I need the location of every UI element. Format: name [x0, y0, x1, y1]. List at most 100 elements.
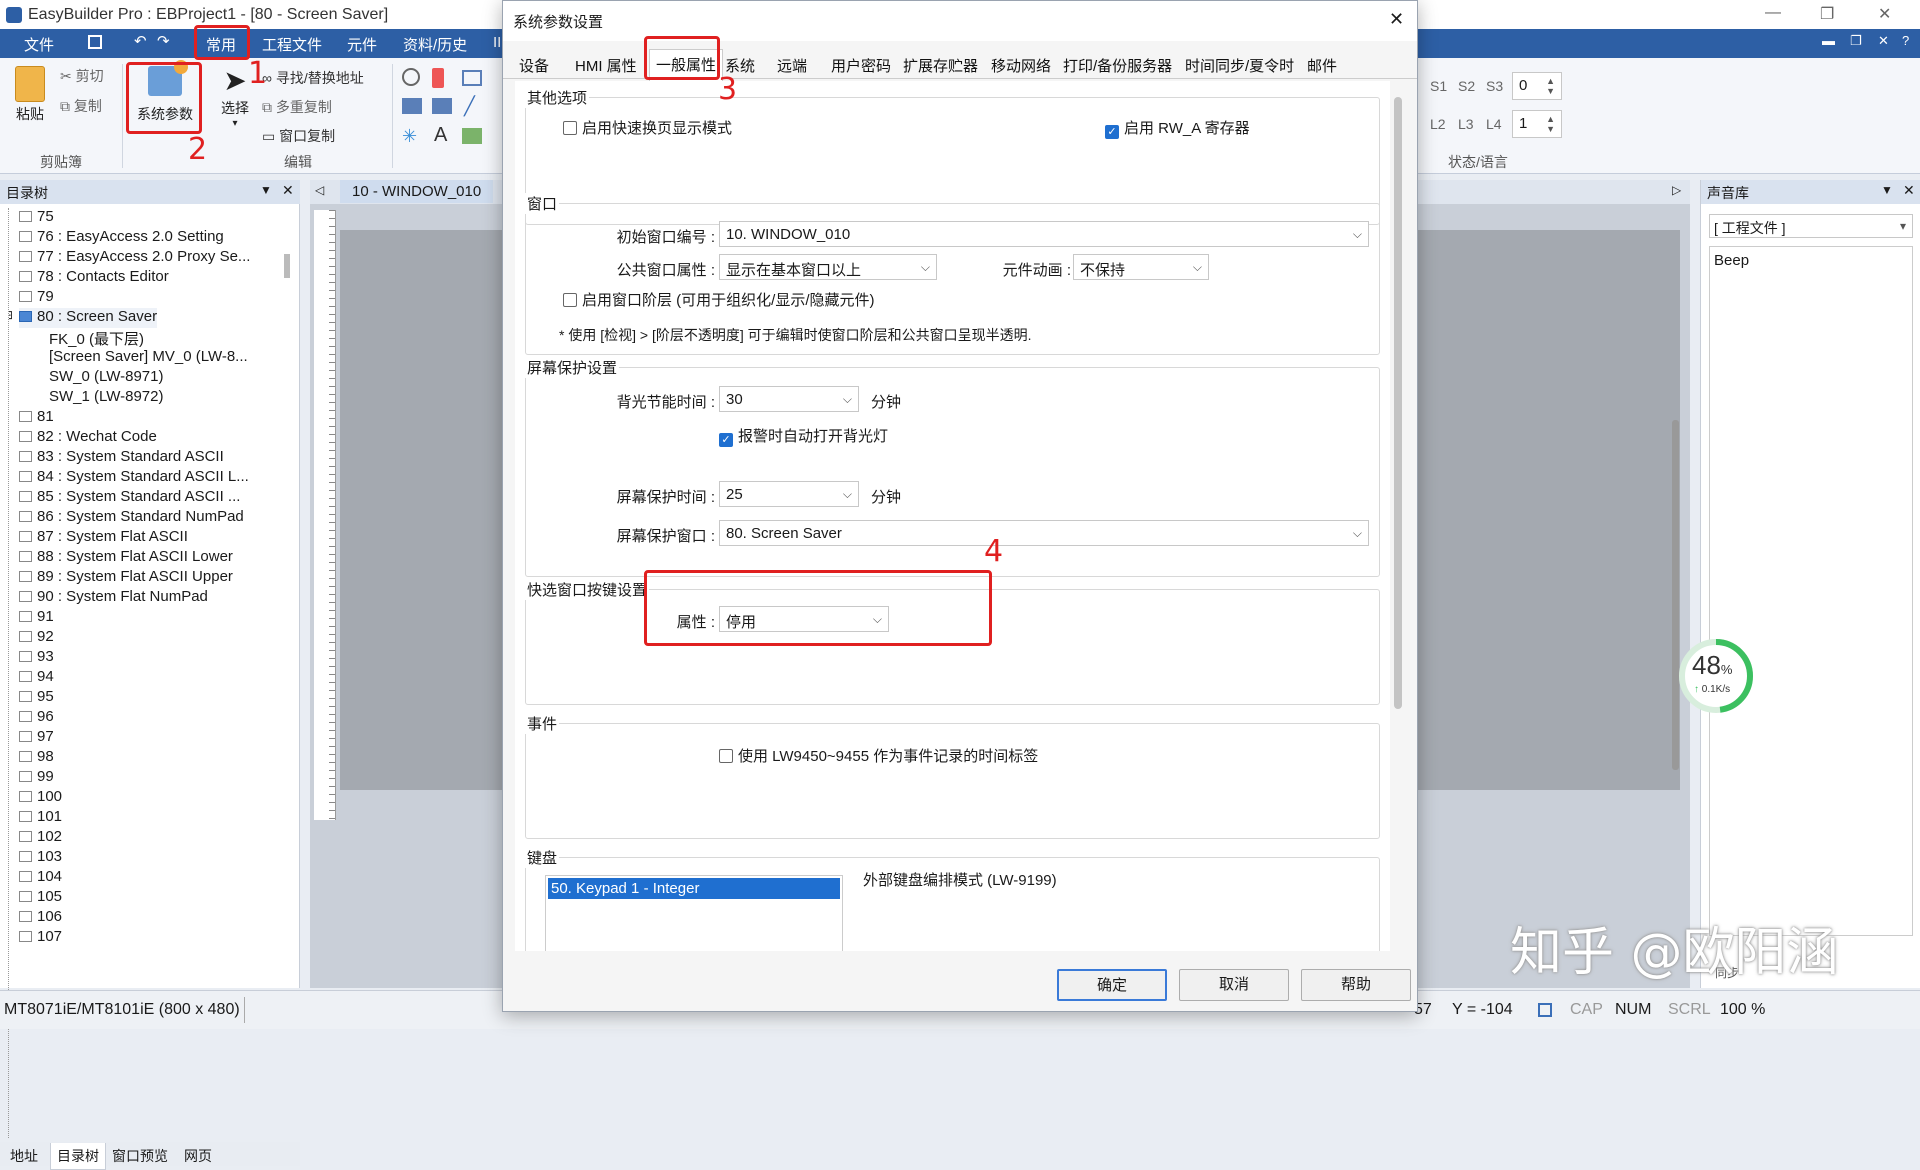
- canvas-scrollbar-thumb[interactable]: [1672, 420, 1679, 770]
- saver-window-select[interactable]: 80. Screen Saver ⌵: [719, 520, 1369, 546]
- mdi-minimize-icon[interactable]: ▬: [1822, 33, 1835, 48]
- tree-item[interactable]: 104: [19, 868, 62, 888]
- text-icon[interactable]: A: [434, 124, 447, 147]
- rw-a-checkbox[interactable]: ✓ 启用 RW_A 寄存器: [1105, 117, 1250, 139]
- tree-item[interactable]: 92: [19, 628, 54, 648]
- tree-item[interactable]: 86 : System Standard NumPad: [19, 508, 244, 528]
- tab-hmi-attributes[interactable]: HMI 属性: [575, 55, 637, 76]
- tree-item[interactable]: 94: [19, 668, 54, 688]
- tree-item[interactable]: 83 : System Standard ASCII: [19, 448, 224, 468]
- tree-item[interactable]: 88 : System Flat ASCII Lower: [19, 548, 233, 568]
- saver-time-select[interactable]: 25 ⌵: [719, 481, 859, 507]
- pane-dropdown-icon[interactable]: ▼: [1881, 183, 1893, 197]
- tree-item[interactable]: 75: [19, 208, 54, 228]
- redo-icon[interactable]: ↷: [157, 32, 170, 50]
- tab-print-backup-server[interactable]: 打印/备份服务器: [1063, 55, 1172, 76]
- multi-copy-button[interactable]: ⧉ 多重复制: [262, 97, 332, 117]
- tree-item[interactable]: 103: [19, 848, 62, 868]
- tab-tree[interactable]: 目录树: [50, 1143, 106, 1170]
- tree-item[interactable]: 102: [19, 828, 62, 848]
- init-window-select[interactable]: 10. WINDOW_010 ⌵: [719, 221, 1369, 247]
- tab-extended-memory[interactable]: 扩展存贮器: [903, 55, 978, 76]
- tree-item[interactable]: 80 : Screen Saver ⊟: [9, 308, 158, 328]
- close-icon[interactable]: ✕: [1878, 4, 1891, 24]
- tree-item[interactable]: 84 : System Standard ASCII L...: [19, 468, 249, 488]
- cancel-button[interactable]: 取消: [1179, 969, 1289, 1001]
- tree-item[interactable]: 79: [19, 288, 54, 308]
- tree-item[interactable]: 101: [19, 808, 62, 828]
- language-spinner[interactable]: 1 ▲ ▼: [1512, 110, 1562, 138]
- ribbon-tab-project[interactable]: 工程文件: [262, 34, 322, 55]
- tab-right-arrow-icon[interactable]: ▷: [1672, 183, 1681, 197]
- tree-item[interactable]: 93: [19, 648, 54, 668]
- tab-window-preview[interactable]: 窗口预览: [112, 1146, 168, 1166]
- tab-left-arrow-icon[interactable]: ◁: [315, 183, 324, 197]
- tree-item[interactable]: 96: [19, 708, 54, 728]
- window-layer-checkbox[interactable]: 启用窗口阶层 (可用于组织化/显示/隐藏元件): [563, 289, 875, 310]
- tree-item[interactable]: 91: [19, 608, 54, 628]
- tab-web[interactable]: 网页: [184, 1146, 212, 1166]
- common-window-select[interactable]: 显示在基本窗口以上 ⌵: [719, 254, 937, 280]
- dialog-scrollbar-thumb[interactable]: [1394, 97, 1402, 709]
- ribbon-tab-object[interactable]: 元件: [347, 34, 377, 55]
- tab-device[interactable]: 设备: [519, 55, 549, 76]
- numeric-icon[interactable]: [402, 98, 422, 114]
- ribbon-tab-data-history[interactable]: 资料/历史: [403, 34, 467, 55]
- sound-filter-select[interactable]: [ 工程文件 ] ▾: [1709, 214, 1913, 238]
- help-icon[interactable]: ?: [1902, 33, 1909, 48]
- tab-time-sync-dst[interactable]: 时间同步/夏令时: [1185, 55, 1294, 76]
- dialog-close-icon[interactable]: ✕: [1389, 9, 1404, 30]
- keyboard-item-selected[interactable]: 50. Keypad 1 - Integer: [548, 878, 840, 899]
- tab-remote[interactable]: 远端: [777, 55, 807, 76]
- pane-dropdown-icon[interactable]: ▼: [260, 183, 272, 197]
- tree-item[interactable]: 85 : System Standard ASCII ...: [19, 488, 240, 508]
- list-icon[interactable]: [462, 70, 482, 86]
- help-button[interactable]: 帮助: [1301, 969, 1411, 1001]
- backlight-select[interactable]: 30 ⌵: [719, 386, 859, 412]
- tab-email[interactable]: 邮件: [1307, 55, 1337, 76]
- tree-item[interactable]: SW_1 (LW-8972): [49, 388, 164, 408]
- tab-address[interactable]: 地址: [10, 1146, 38, 1166]
- pane-close-icon[interactable]: ✕: [1903, 182, 1915, 199]
- bit-lamp-icon[interactable]: [402, 68, 420, 86]
- keyboard-list[interactable]: 50. Keypad 1 - Integer: [545, 875, 843, 951]
- tree-item[interactable]: 77 : EasyAccess 2.0 Proxy Se...: [19, 248, 250, 268]
- ok-button[interactable]: 确定: [1057, 969, 1167, 1001]
- fast-switch-checkbox[interactable]: 启用快速换页显示模式: [563, 117, 732, 138]
- mdi-close-icon[interactable]: ✕: [1878, 33, 1889, 49]
- tree-item[interactable]: 98: [19, 748, 54, 768]
- animation-select[interactable]: 不保持 ⌵: [1073, 254, 1209, 280]
- tree-item[interactable]: 106: [19, 908, 62, 928]
- spinner-arrows-icon[interactable]: ▲ ▼: [1546, 114, 1555, 134]
- tab-user-password[interactable]: 用户密码: [831, 55, 891, 76]
- tab-mobile-network[interactable]: 移动网络: [991, 55, 1051, 76]
- tree-item[interactable]: 89 : System Flat ASCII Upper: [19, 568, 233, 588]
- window-copy-button[interactable]: ▭ 窗口复制: [262, 126, 335, 146]
- cut-button[interactable]: ✂ 剪切: [60, 66, 104, 86]
- tree-item[interactable]: 87 : System Flat ASCII: [19, 528, 188, 548]
- tree-item[interactable]: FK_0 (最下层): [49, 328, 144, 348]
- canvas-window-tab[interactable]: 10 - WINDOW_010: [340, 180, 494, 203]
- tree-item[interactable]: SW_0 (LW-8971): [49, 368, 164, 388]
- minimize-icon[interactable]: —: [1765, 4, 1781, 22]
- picture-icon[interactable]: [462, 128, 482, 144]
- alarm-backlight-checkbox[interactable]: ✓ 报警时自动打开背光灯: [719, 425, 888, 447]
- tree-item[interactable]: 76 : EasyAccess 2.0 Setting: [19, 228, 224, 248]
- tree-item[interactable]: 99: [19, 768, 54, 788]
- copy-button[interactable]: ⧉ 复制: [60, 96, 102, 116]
- tree-item[interactable]: 78 : Contacts Editor: [19, 268, 169, 288]
- find-replace-button[interactable]: ∞ 寻找/替换地址: [262, 68, 364, 88]
- tree-item[interactable]: 90 : System Flat NumPad: [19, 588, 208, 608]
- sound-item[interactable]: Beep: [1710, 247, 1912, 274]
- collapse-icon[interactable]: ⊟: [9, 308, 13, 322]
- quick-save-icon[interactable]: [88, 35, 102, 49]
- tree-scrollbar-thumb[interactable]: [284, 254, 290, 278]
- spinner-arrows-icon[interactable]: ▲ ▼: [1546, 76, 1555, 96]
- tree-item[interactable]: 81: [19, 408, 54, 428]
- restore-icon[interactable]: ❐: [1820, 4, 1834, 24]
- tree-item[interactable]: 107: [19, 928, 62, 948]
- paste-button[interactable]: 粘贴: [10, 66, 50, 124]
- mdi-restore-icon[interactable]: ❐: [1850, 33, 1862, 49]
- tree-item[interactable]: 82 : Wechat Code: [19, 428, 157, 448]
- tree-item[interactable]: [Screen Saver] MV_0 (LW-8...: [49, 348, 248, 368]
